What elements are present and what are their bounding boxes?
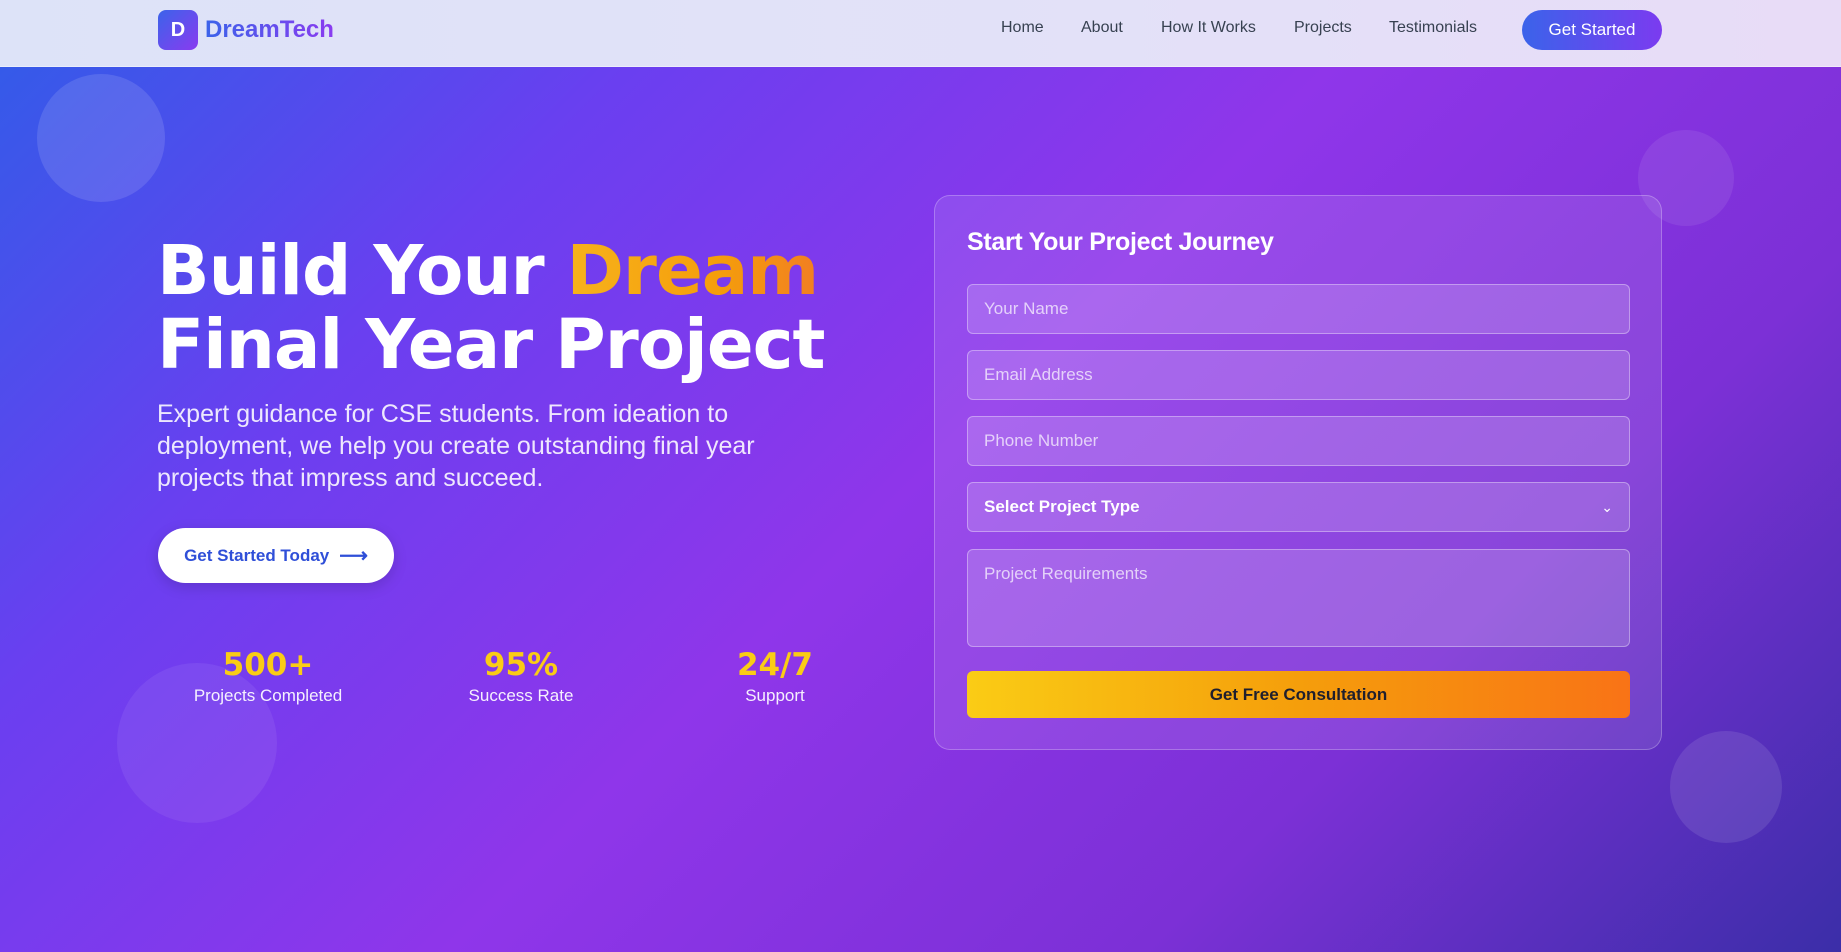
get-started-button[interactable]: Get Started [1522,10,1662,50]
stat-success-rate: 95% Success Rate [421,645,621,707]
stat-label: Success Rate [468,686,574,705]
hero-subtitle: Expert guidance for CSE students. From i… [157,400,755,492]
project-type-select[interactable]: Select Project Type ⌄ [967,482,1630,532]
nav-link-projects[interactable]: Projects [1294,19,1352,37]
nav-link-about[interactable]: About [1081,19,1123,37]
get-started-today-button[interactable]: Get Started Today ⟶ [158,528,394,583]
form-title: Start Your Project Journey [967,228,1274,256]
get-free-consultation-button[interactable]: Get Free Consultation [967,671,1630,718]
hero-title-accent: Dream [566,231,820,311]
stat-support: 24/7 Support [675,645,875,707]
decorative-circle [1670,731,1782,843]
nav-link-home[interactable]: Home [1001,19,1044,37]
stat-value: 24/7 [736,647,814,683]
stat-value: 500+ [222,647,314,683]
nav-link-testimonials[interactable]: Testimonials [1389,19,1477,37]
decorative-circle [37,74,165,202]
project-type-selected: Select Project Type [984,497,1140,516]
project-form-card: Start Your Project Journey Select Projec… [934,195,1662,750]
stat-value: 95% [483,647,559,683]
brand-logo[interactable]: D DreamTech [158,10,334,50]
hero-button-label: Get Started Today [184,545,330,565]
chevron-down-icon: ⌄ [1601,498,1613,515]
arrow-right-icon: ⟶ [339,545,368,567]
name-input[interactable] [967,284,1630,334]
requirements-textarea[interactable] [967,549,1630,647]
hero-title: Build Your Dream Final Year Project [157,234,857,382]
email-input[interactable] [967,350,1630,400]
nav-link-how-it-works[interactable]: How It Works [1161,19,1256,37]
logo-mark: D [158,10,198,50]
stat-projects: 500+ Projects Completed [168,645,368,707]
stat-label: Support [745,686,805,705]
phone-input[interactable] [967,416,1630,466]
brand-name: DreamTech [205,16,334,43]
hero-title-line2: Final Year Project [157,305,826,385]
hero-title-prefix: Build Your [157,231,567,311]
navbar: D DreamTech Home About How It Works Proj… [0,0,1841,67]
stat-label: Projects Completed [193,686,343,705]
